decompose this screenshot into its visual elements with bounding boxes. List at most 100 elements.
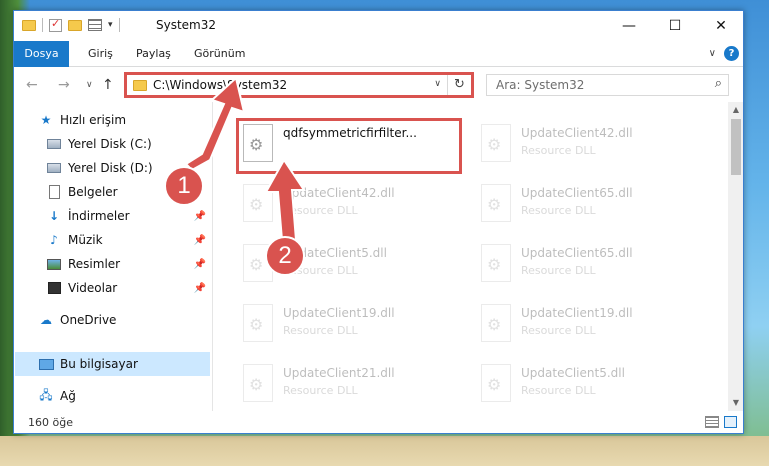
toolbar-divider: [118, 18, 120, 32]
search-box[interactable]: Ara: System32 ⌕: [486, 74, 729, 96]
window-title: System32: [156, 18, 217, 32]
sidebar-item-quick-access[interactable]: ★ Hızlı erişim: [38, 108, 234, 132]
sidebar-item-label: Bu bilgisayar: [60, 357, 138, 371]
pictures-icon: [47, 258, 61, 270]
file-type: Resource DLL: [521, 384, 596, 397]
list-item[interactable]: UpdateClient19.dll Resource DLL: [237, 298, 462, 348]
sidebar-item-this-pc[interactable]: Bu bilgisayar: [15, 352, 210, 376]
navigation-bar: ← → ∨ ↑ C:\Windows\System32 ∨ ↻ Ara: Sys…: [14, 68, 743, 102]
sidebar-item-label: Müzik: [68, 233, 103, 247]
list-item[interactable]: UpdateClient5.dll Resource DLL: [475, 358, 700, 408]
folder-icon: [22, 19, 36, 31]
download-icon: ↓: [48, 209, 60, 223]
expand-ribbon-icon[interactable]: ∨: [709, 48, 716, 59]
chevron-down-icon[interactable]: ▾: [108, 20, 113, 30]
ribbon-tabs: Dosya Giriş Paylaş Görünüm ∨ ?: [14, 41, 743, 67]
file-name: UpdateClient65.dll: [521, 186, 633, 200]
tab-share[interactable]: Paylaş: [136, 41, 171, 67]
star-icon: ★: [40, 113, 52, 127]
sidebar-item-onedrive[interactable]: ☁ OneDrive: [38, 308, 210, 332]
search-input[interactable]: Ara: System32: [496, 78, 584, 92]
pin-icon[interactable]: 📌: [194, 283, 206, 294]
music-icon: ♪: [50, 233, 58, 247]
file-type: Resource DLL: [521, 264, 596, 277]
list-item[interactable]: UpdateClient65.dll Resource DLL: [475, 178, 700, 228]
address-dropdown-icon[interactable]: ∨: [434, 79, 441, 89]
sidebar-item-pictures[interactable]: Resimler 📌: [46, 252, 210, 276]
pin-icon[interactable]: 📌: [194, 259, 206, 270]
toolbar-divider: [42, 18, 43, 32]
close-button[interactable]: ✕: [698, 11, 743, 41]
sidebar-item-downloads[interactable]: ↓ İndirmeler 📌: [46, 204, 210, 228]
tab-view[interactable]: Görünüm: [194, 41, 245, 67]
title-bar: ▾ System32 — ☐ ✕: [14, 11, 743, 41]
sidebar-item-label: Videolar: [68, 281, 118, 295]
vertical-scrollbar[interactable]: ▲ ▼: [728, 102, 743, 411]
sidebar-item-videos[interactable]: Videolar 📌: [46, 276, 210, 300]
file-name: UpdateClient21.dll: [283, 366, 395, 380]
dll-file-icon: [481, 124, 511, 162]
help-icon[interactable]: ?: [724, 46, 739, 61]
sidebar-item-drive-c[interactable]: Yerel Disk (C:): [46, 132, 210, 156]
navigation-pane: ★ Hızlı erişim Yerel Disk (C:) Yerel Dis…: [14, 102, 212, 411]
file-name: UpdateClient5.dll: [521, 366, 625, 380]
scroll-thumb[interactable]: [731, 119, 741, 175]
address-path[interactable]: C:\Windows\System32: [153, 78, 287, 92]
view-icon[interactable]: [88, 19, 102, 31]
minimize-button[interactable]: —: [606, 11, 652, 41]
large-icons-view-icon[interactable]: [724, 416, 737, 428]
properties-icon[interactable]: [49, 17, 62, 32]
back-arrow-icon[interactable]: ←: [26, 77, 38, 93]
network-icon: 🖧: [39, 387, 53, 402]
tab-file[interactable]: Dosya: [14, 41, 69, 67]
highlight-box: [236, 118, 462, 174]
details-view-icon[interactable]: [705, 416, 719, 428]
ribbon-controls: ∨ ?: [709, 46, 739, 61]
file-type: Resource DLL: [283, 384, 358, 397]
file-name: UpdateClient42.dll: [283, 186, 395, 200]
sidebar-item-label: Yerel Disk (D:): [68, 161, 153, 175]
step-badge-2: 2: [265, 236, 305, 276]
list-item[interactable]: UpdateClient42.dll Resource DLL: [475, 118, 700, 168]
file-name: UpdateClient19.dll: [521, 306, 633, 320]
forward-arrow-icon[interactable]: →: [58, 77, 70, 93]
dll-file-icon: [481, 244, 511, 282]
status-bar: 160 öğe: [14, 411, 743, 433]
drive-icon: [47, 139, 61, 149]
wallpaper-sand: [0, 436, 769, 466]
item-count: 160 öğe: [28, 416, 73, 429]
file-type: Resource DLL: [521, 204, 596, 217]
file-type: Resource DLL: [283, 324, 358, 337]
computer-icon: [38, 358, 54, 370]
dll-file-icon: [481, 364, 511, 402]
file-type: Resource DLL: [521, 144, 596, 157]
refresh-icon[interactable]: ↻: [447, 75, 471, 95]
pin-icon[interactable]: 📌: [194, 235, 206, 246]
dll-file-icon: [481, 184, 511, 222]
sidebar-item-music[interactable]: ♪ Müzik 📌: [46, 228, 210, 252]
list-item[interactable]: UpdateClient42.dll Resource DLL: [237, 178, 462, 228]
sidebar-item-network[interactable]: 🖧 Ağ: [38, 384, 210, 408]
dll-file-icon: [243, 184, 273, 222]
step-badge-1: 1: [164, 166, 204, 206]
tab-home[interactable]: Giriş: [88, 41, 113, 67]
maximize-button[interactable]: ☐: [652, 11, 698, 41]
folder-icon: [133, 80, 147, 91]
document-icon: [48, 185, 60, 199]
scroll-up-icon[interactable]: ▲: [728, 102, 743, 118]
list-item[interactable]: UpdateClient65.dll Resource DLL: [475, 238, 700, 288]
quick-access-toolbar: ▾: [22, 17, 120, 32]
list-item[interactable]: UpdateClient21.dll Resource DLL: [237, 358, 462, 408]
sidebar-item-label: Ağ: [60, 389, 76, 403]
pin-icon[interactable]: 📌: [194, 211, 206, 222]
cloud-icon: ☁: [40, 313, 52, 327]
recent-locations-icon[interactable]: ∨: [86, 80, 93, 90]
search-icon[interactable]: ⌕: [715, 76, 722, 91]
up-arrow-icon[interactable]: ↑: [102, 77, 114, 93]
new-folder-icon[interactable]: [68, 19, 82, 31]
list-item[interactable]: UpdateClient19.dll Resource DLL: [475, 298, 700, 348]
scroll-down-icon[interactable]: ▼: [728, 395, 743, 411]
dll-file-icon: [243, 304, 273, 342]
dll-file-icon: [243, 364, 273, 402]
address-bar[interactable]: C:\Windows\System32 ∨ ↻: [124, 72, 474, 98]
